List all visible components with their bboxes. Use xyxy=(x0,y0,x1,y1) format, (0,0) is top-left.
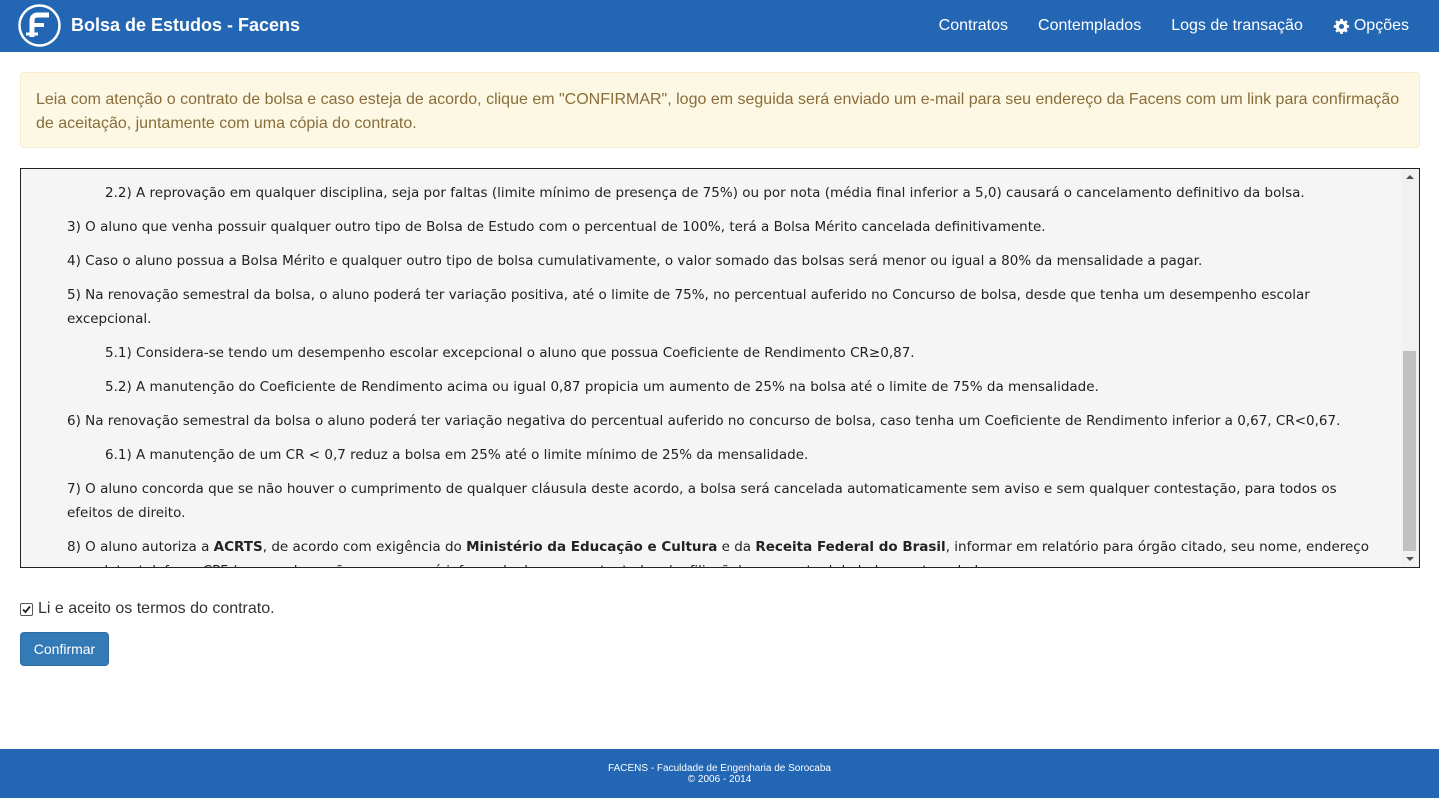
scroll-thumb[interactable] xyxy=(1403,351,1416,551)
clause-2-2: 2.2) A reprovação em qualquer disciplina… xyxy=(105,185,1305,201)
clause-8-receita: Receita Federal do Brasil xyxy=(755,539,946,555)
footer: FACENS - Faculdade de Engenharia de Soro… xyxy=(0,749,1439,798)
contract-scrollbar[interactable] xyxy=(1401,169,1419,567)
contract-panel[interactable]: 2.2) A reprovação em qualquer disciplina… xyxy=(20,168,1420,568)
arrow-up-icon xyxy=(1406,175,1414,179)
clause-5-2: 5.2) A manutenção do Coeficiente de Rend… xyxy=(105,379,1099,395)
clause-8-part3: e da xyxy=(717,539,756,555)
alert-text: Leia com atenção o contrato de bolsa e c… xyxy=(36,91,1400,132)
checkmark-icon xyxy=(22,605,31,613)
gear-icon xyxy=(1333,18,1349,34)
clause-8-part1: 8) O aluno autoriza a xyxy=(67,539,214,555)
scroll-down-button[interactable] xyxy=(1401,550,1419,567)
contract-text: 2.2) A reprovação em qualquer disciplina… xyxy=(21,169,1401,567)
accept-terms-row: Li e aceito os termos do contrato. xyxy=(20,600,275,618)
arrow-down-icon xyxy=(1406,557,1414,561)
clause-8-part2: , de acordo com exigência do xyxy=(262,539,467,555)
clause-7: 7) O aluno concorda que se não houver o … xyxy=(67,481,1337,521)
nav-link-contratos[interactable]: Contratos xyxy=(939,17,1008,35)
clause-3: 3) O aluno que venha possuir qualquer ou… xyxy=(67,219,1046,235)
clause-5-1: 5.1) Considera-se tendo um desempenho es… xyxy=(105,345,915,361)
clause-8-acrts: ACRTS xyxy=(213,539,263,555)
brand-title[interactable]: Bolsa de Estudos - Facens xyxy=(71,15,300,36)
footer-copyright: © 2006 - 2014 xyxy=(687,773,752,785)
clause-8-ministerio: Ministério da Educação e Cultura xyxy=(466,539,718,555)
accept-terms-label[interactable]: Li e aceito os termos do contrato. xyxy=(38,600,275,618)
clause-6: 6) Na renovação semestral da bolsa o alu… xyxy=(67,413,1341,429)
clause-6-1: 6.1) A manutenção de um CR < 0,7 reduz a… xyxy=(105,447,809,463)
navbar: Bolsa de Estudos - Facens Contratos Cont… xyxy=(0,0,1439,52)
nav-links: Contratos Contemplados Logs de transação… xyxy=(939,0,1409,52)
clause-5: 5) Na renovação semestral da bolsa, o al… xyxy=(67,287,1310,327)
accept-terms-checkbox[interactable] xyxy=(20,602,33,616)
nav-link-options[interactable]: Opções xyxy=(1333,17,1409,35)
info-alert: Leia com atenção o contrato de bolsa e c… xyxy=(20,72,1420,148)
footer-institution: FACENS - Faculdade de Engenharia de Soro… xyxy=(608,762,831,774)
clause-8: 8) O aluno autoriza a ACRTS, de acordo c… xyxy=(21,535,1401,567)
confirm-button[interactable]: Confirmar xyxy=(20,632,109,666)
nav-link-contemplados[interactable]: Contemplados xyxy=(1038,17,1141,35)
facens-logo[interactable] xyxy=(18,4,61,47)
nav-link-logs[interactable]: Logs de transação xyxy=(1171,17,1303,35)
scroll-up-button[interactable] xyxy=(1401,169,1419,186)
options-label: Opções xyxy=(1353,17,1409,34)
clause-4: 4) Caso o aluno possua a Bolsa Mérito e … xyxy=(67,253,1203,269)
